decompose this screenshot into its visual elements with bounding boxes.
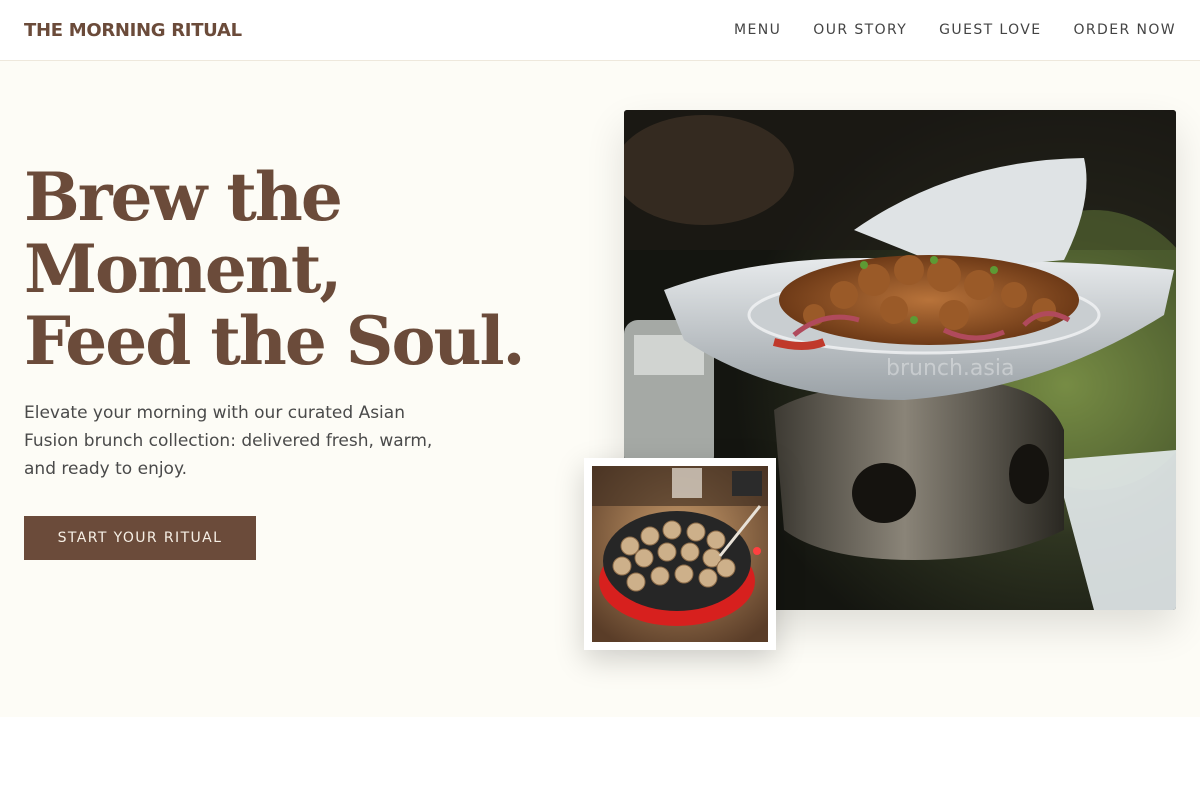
takoyaki-photo-frame [584, 458, 776, 650]
hero-headline: Brew the Moment, Feed the Soul. [24, 161, 544, 377]
site-header: THE MORNING RITUAL MENU OUR STORY GUEST … [0, 0, 1200, 61]
nav-menu[interactable]: MENU [734, 22, 781, 38]
nav-guest-love[interactable]: GUEST LOVE [939, 22, 1041, 38]
nav-our-story[interactable]: OUR STORY [813, 22, 907, 38]
headline-line: Moment, [24, 230, 342, 308]
headline-line: Feed the Soul. [24, 302, 526, 380]
photo-watermark: brunch.asia [886, 356, 1014, 381]
hero-description: Elevate your morning with our curated As… [24, 403, 433, 479]
headline-line: Brew the [24, 158, 343, 236]
nav-order-now[interactable]: ORDER NOW [1074, 22, 1177, 38]
hero-section: Brew the Moment, Feed the Soul. Elevate … [0, 61, 1200, 717]
start-ritual-button[interactable]: START YOUR RITUAL [24, 516, 256, 560]
brand-logo[interactable]: THE MORNING RITUAL [24, 20, 242, 41]
main-nav: MENU OUR STORY GUEST LOVE ORDER NOW [734, 22, 1176, 38]
page-continuation [0, 717, 1200, 800]
takoyaki-pan-photo [592, 466, 768, 642]
